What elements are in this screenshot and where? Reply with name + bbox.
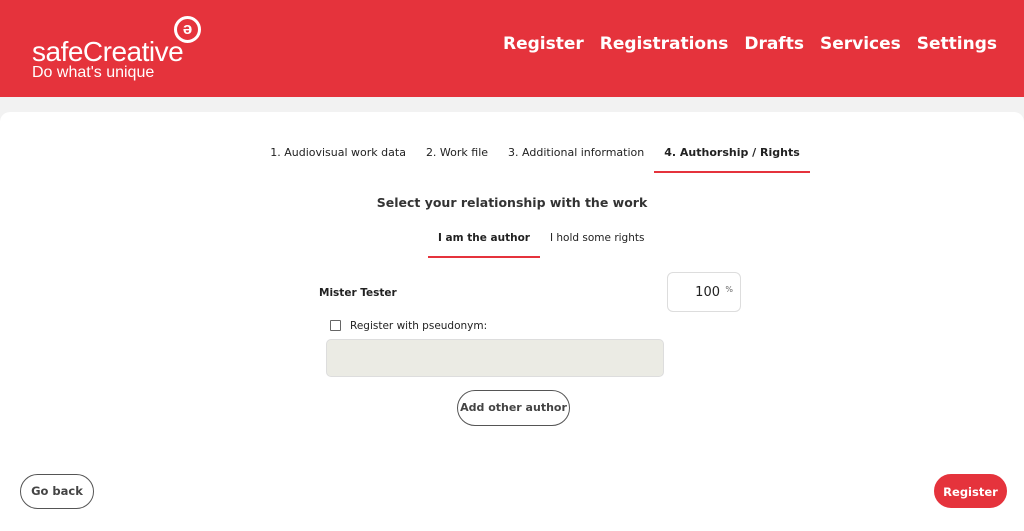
pseudonym-input[interactable] [326, 339, 664, 377]
tab-hold-some-rights[interactable]: I hold some rights [540, 232, 655, 258]
step-work-file[interactable]: 2. Work file [416, 146, 498, 173]
percentage-value: 100 [695, 285, 720, 300]
step-audiovisual-data[interactable]: 1. Audiovisual work data [260, 146, 416, 173]
add-other-author-button[interactable]: Add other author [457, 390, 570, 426]
nav-settings[interactable]: Settings [917, 34, 997, 54]
step-additional-info[interactable]: 3. Additional information [498, 146, 654, 173]
relationship-tabs: I am the author I hold some rights [428, 232, 654, 258]
step-authorship-rights[interactable]: 4. Authorship / Rights [654, 146, 810, 173]
go-back-button[interactable]: Go back [20, 474, 94, 509]
nav-registrations[interactable]: Registrations [600, 34, 729, 54]
pseudonym-label: Register with pseudonym: [350, 320, 488, 332]
pseudonym-checkbox[interactable] [330, 320, 341, 331]
nav-drafts[interactable]: Drafts [744, 34, 804, 54]
percentage-input[interactable]: 100% [667, 272, 741, 312]
relationship-question: Select your relationship with the work [376, 195, 648, 210]
header: ə safeCreative Do what's unique Register… [0, 0, 1024, 97]
author-name: Mister Tester [319, 287, 397, 299]
logo-tagline: Do what's unique [32, 64, 155, 81]
percent-sign: % [725, 285, 733, 294]
tab-i-am-author[interactable]: I am the author [428, 232, 540, 258]
form-card: 1. Audiovisual work data 2. Work file 3.… [0, 112, 1024, 531]
steps-tabs: 1. Audiovisual work data 2. Work file 3.… [0, 146, 1024, 173]
register-button[interactable]: Register [934, 474, 1007, 508]
main-nav: Register Registrations Drafts Services S… [503, 34, 997, 54]
nav-register[interactable]: Register [503, 34, 584, 54]
nav-services[interactable]: Services [820, 34, 901, 54]
safecreative-logo[interactable]: ə safeCreative Do what's unique [32, 14, 212, 84]
